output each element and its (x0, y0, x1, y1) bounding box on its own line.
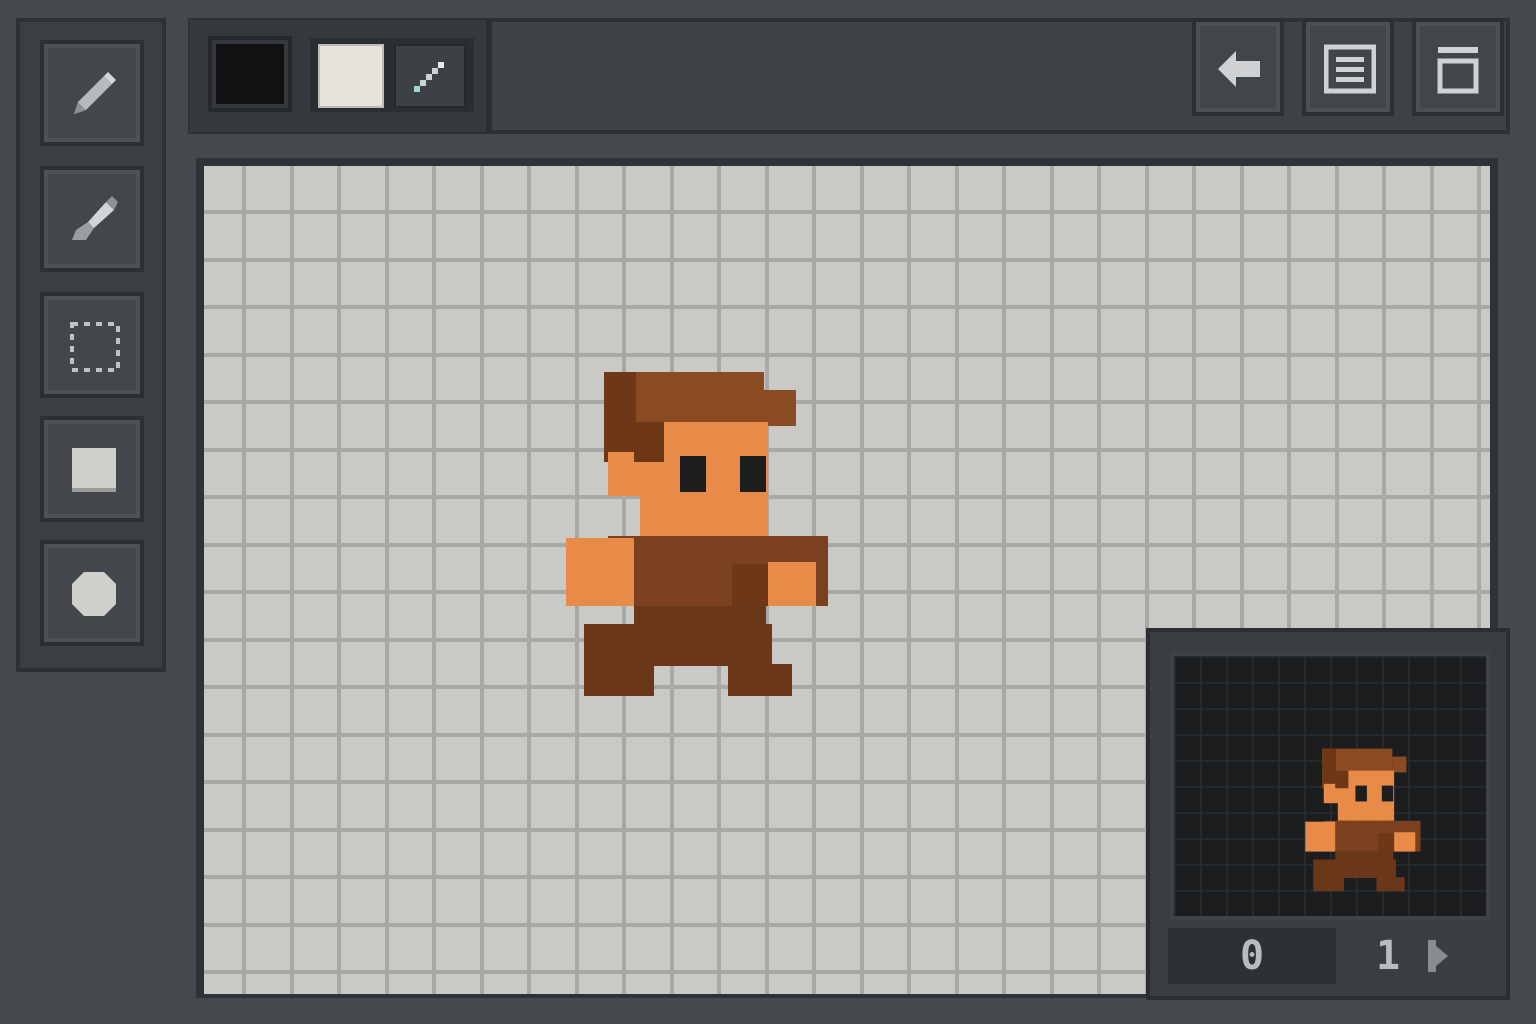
brush-tool[interactable] (40, 166, 144, 272)
swap-colors-button[interactable] (394, 44, 466, 108)
pencil-tool[interactable] (40, 40, 144, 146)
layers-list-icon (1324, 44, 1376, 94)
preview-screen (1170, 652, 1490, 920)
frame-window-icon (1437, 47, 1479, 94)
sprite-pixel (764, 390, 796, 426)
preview-sprite-pixel (1392, 756, 1407, 773)
swap-diagonal-icon (414, 62, 444, 92)
filled-square-icon (72, 448, 116, 492)
sprite-pixel (584, 624, 654, 696)
animation-preview-panel: 0 1 (1146, 628, 1510, 1000)
sprite-pixel (566, 538, 634, 606)
dashed-selection-icon (70, 322, 120, 372)
sprite-pixel (680, 456, 706, 492)
frame-current-label: 0 (1239, 933, 1265, 979)
select-tool[interactable] (40, 292, 144, 398)
preview-sprite (1305, 748, 1421, 892)
layers-button[interactable] (1302, 18, 1394, 116)
preview-sprite-pixel (1378, 833, 1395, 852)
preview-sprite-pixel (1355, 785, 1367, 802)
rectangle-tool[interactable] (40, 416, 144, 522)
sprite-pixel (732, 564, 768, 606)
primary-color-swatch[interactable] (208, 36, 292, 112)
preview-sprite-pixel (1394, 832, 1416, 852)
pencil-icon (74, 72, 116, 114)
circle-tool[interactable] (40, 540, 144, 646)
filled-circle-icon (72, 572, 116, 616)
frame-button[interactable] (1412, 18, 1504, 116)
sprite-pixel (728, 664, 792, 696)
preview-canvas (1174, 656, 1486, 916)
frame-0-cell[interactable]: 0 (1168, 928, 1336, 984)
frame-next-label: 1 (1376, 933, 1401, 979)
sprite-pixel (740, 456, 766, 492)
preview-sprite-pixel (1376, 877, 1405, 892)
preview-sprite-pixel (1322, 748, 1337, 789)
sprite-pixel (768, 562, 816, 606)
play-next-icon[interactable] (1428, 940, 1450, 972)
frame-1-cell[interactable]: 1 (1346, 928, 1496, 984)
preview-sprite-pixel (1313, 859, 1344, 892)
primary-color-fill (216, 44, 284, 104)
arrow-left-icon (1218, 51, 1260, 87)
preview-sprite-pixel (1305, 821, 1336, 852)
back-button[interactable] (1192, 18, 1284, 116)
sprite-pixel (604, 372, 636, 462)
preview-sprite-pixel (1381, 785, 1394, 802)
brush-icon (72, 196, 118, 240)
sprite-pixel (634, 422, 664, 462)
secondary-color-swatch[interactable] (318, 44, 384, 108)
preview-sprite-pixel (1335, 770, 1349, 789)
